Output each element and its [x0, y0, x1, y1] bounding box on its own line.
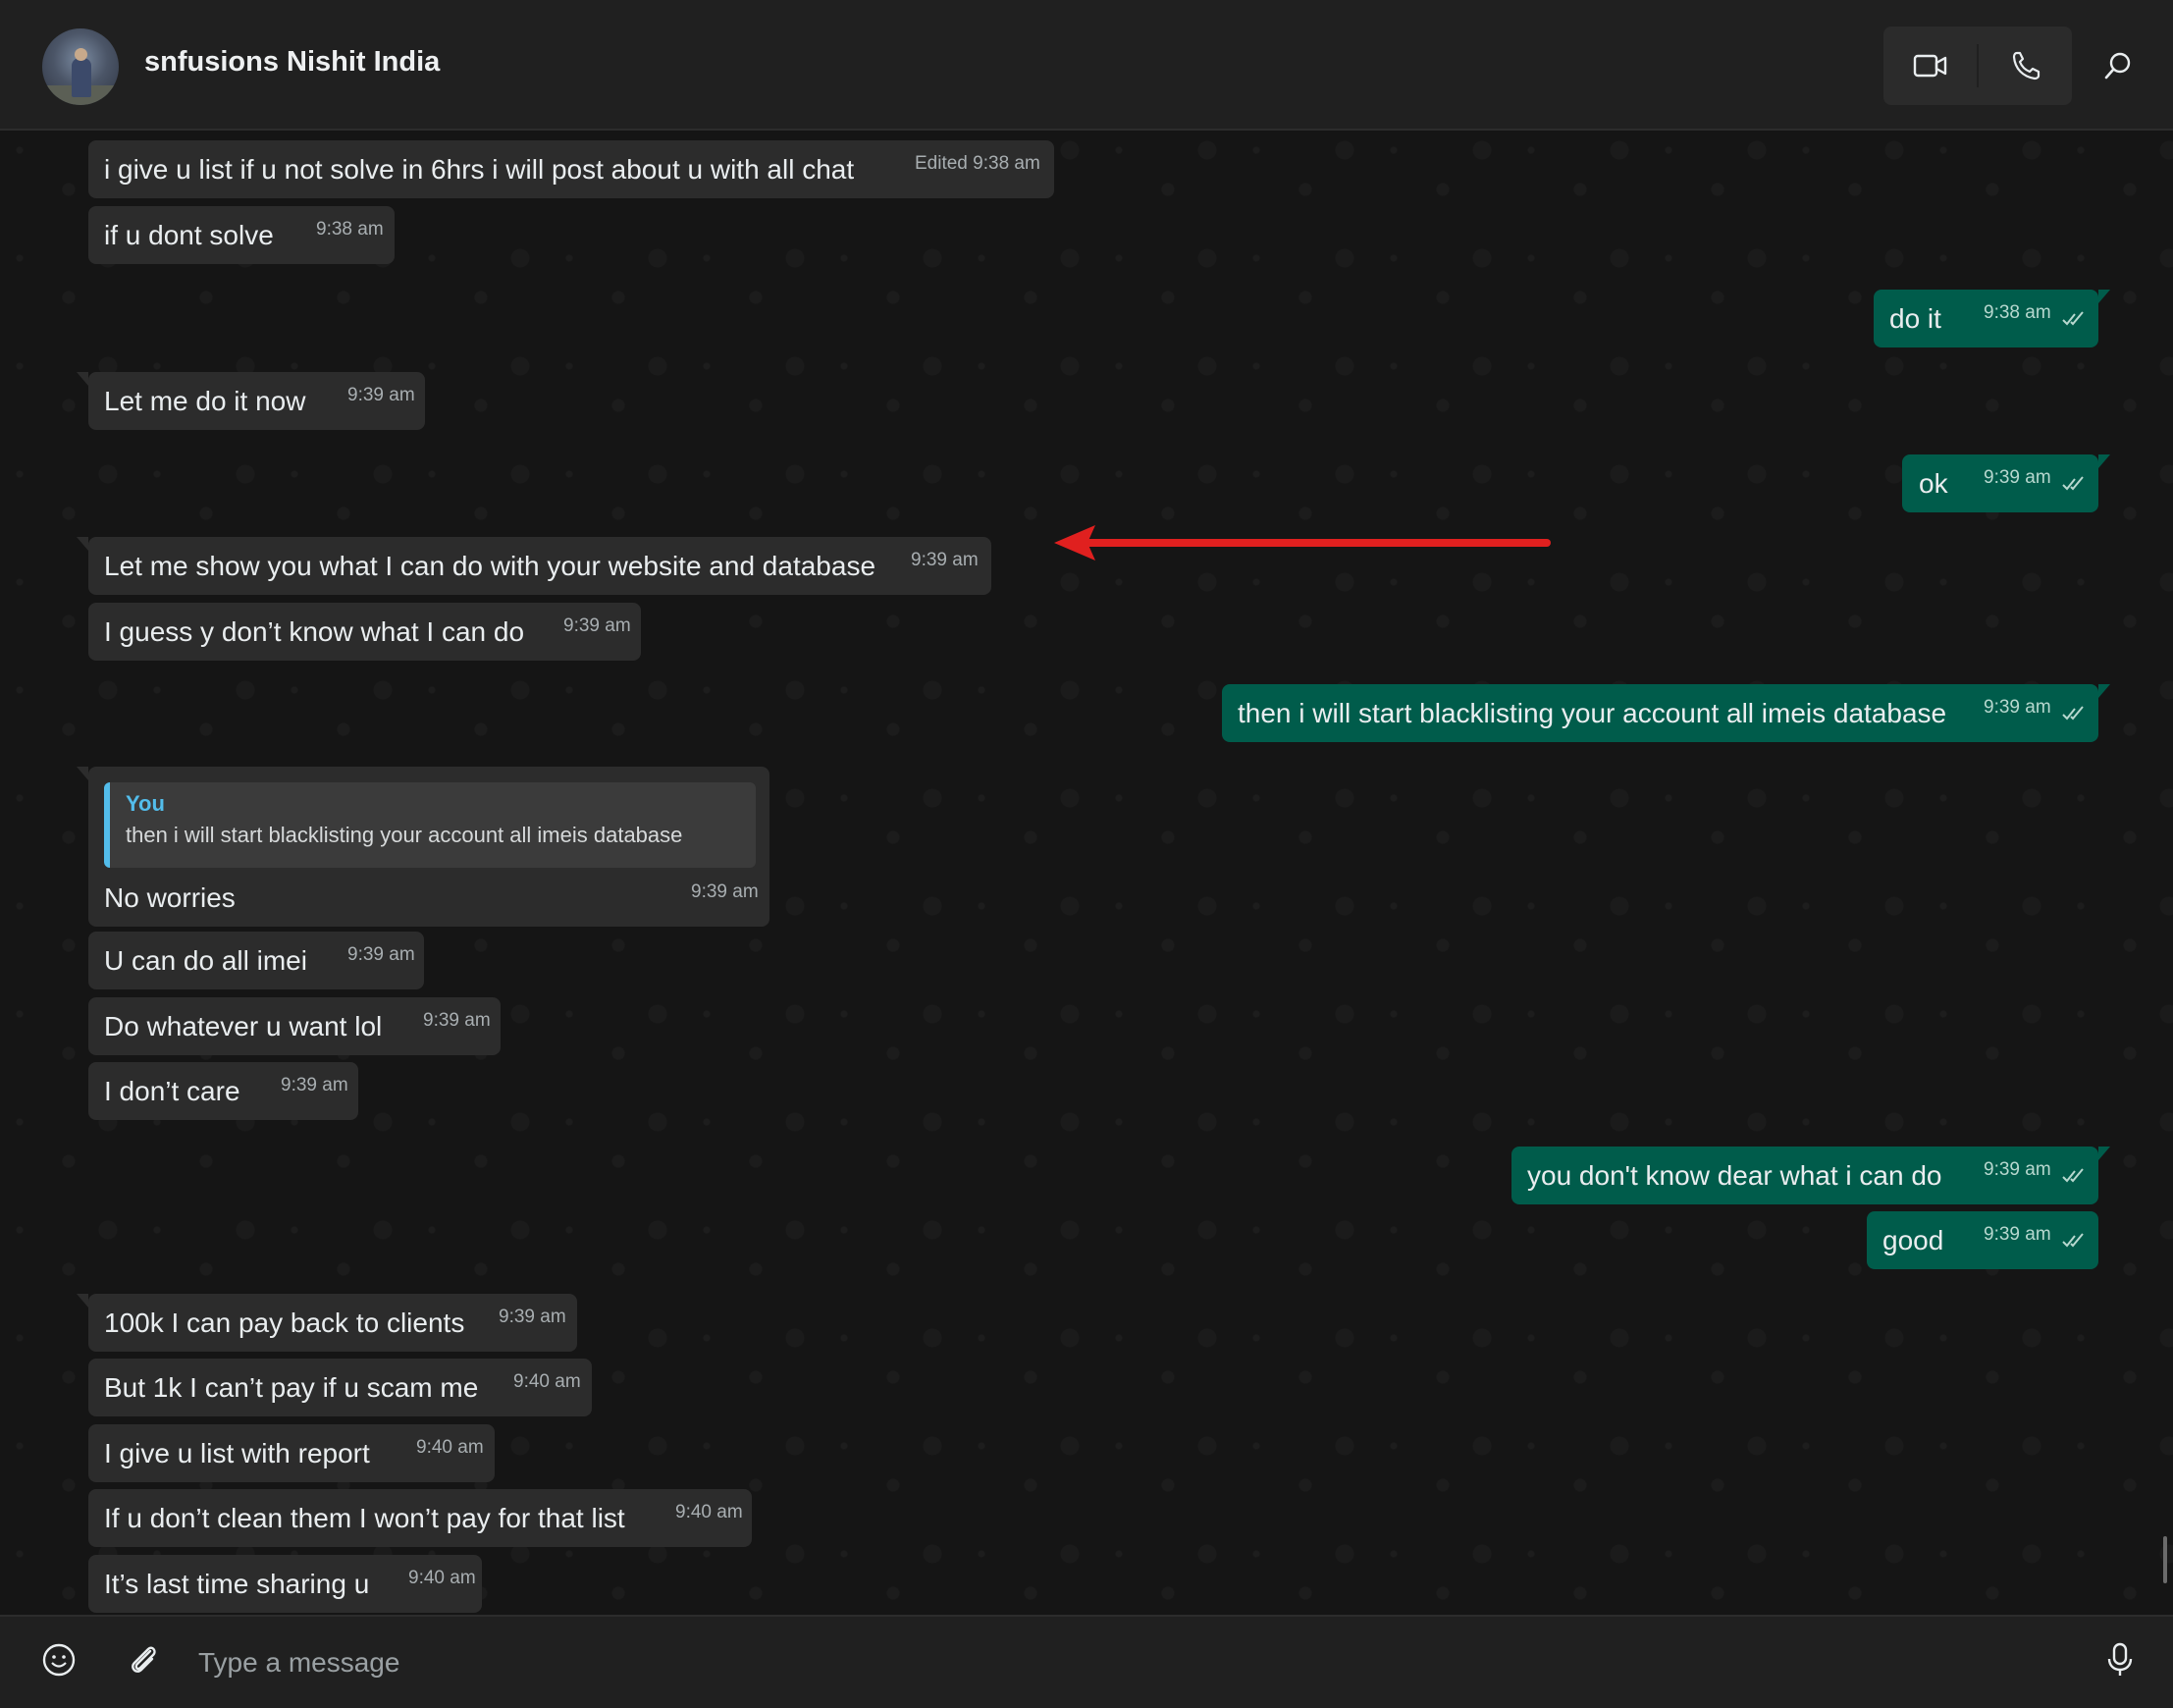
- message-outgoing[interactable]: ok 9:39 am: [1902, 454, 2110, 512]
- bubble-tail: [77, 372, 88, 386]
- message-outgoing[interactable]: good 9:39 am: [1867, 1211, 2098, 1269]
- message-time: 9:40 am: [675, 1502, 743, 1522]
- message-text: I don’t care: [104, 1076, 240, 1106]
- call-button-group: [1883, 27, 2072, 105]
- message-time: 9:39 am: [1984, 697, 2051, 718]
- message-text: then i will start blacklisting your acco…: [1238, 698, 1947, 728]
- bubble-tail: [77, 767, 88, 780]
- bubble-tail: [2098, 684, 2110, 698]
- message-time: 9:39 am: [911, 550, 979, 570]
- quoted-text: then i will start blacklisting your acco…: [126, 823, 683, 847]
- avatar-person: [72, 58, 91, 97]
- bubble-tail: [2098, 454, 2110, 468]
- double-check-icon: [2062, 706, 2084, 721]
- message-input[interactable]: [196, 1628, 2065, 1697]
- message-outgoing[interactable]: you don't know dear what i can do 9:39 a…: [1511, 1147, 2110, 1204]
- double-check-icon: [2062, 476, 2084, 491]
- video-call-button[interactable]: [1883, 27, 1977, 105]
- message-text: i give u list if u not solve in 6hrs i w…: [104, 154, 855, 185]
- quoted-author: You: [126, 791, 165, 816]
- message-text: you don't know dear what i can do: [1527, 1160, 1942, 1191]
- bubble-tail: [2098, 290, 2110, 303]
- message-text: ok: [1919, 468, 1948, 499]
- message-incoming[interactable]: if u dont solve 9:38 am: [88, 206, 395, 264]
- message-text: 100k I can pay back to clients: [104, 1308, 465, 1338]
- message-text: good: [1882, 1225, 1944, 1255]
- double-check-icon: [2062, 1168, 2084, 1183]
- message-text: It’s last time sharing u: [104, 1569, 370, 1599]
- attach-button[interactable]: [122, 1638, 165, 1681]
- message-text: I give u list with report: [104, 1438, 370, 1468]
- message-incoming[interactable]: Let me do it now 9:39 am: [77, 372, 425, 430]
- search-button[interactable]: [2089, 27, 2147, 105]
- message-text: Let me show you what I can do with your …: [104, 551, 876, 581]
- message-time: 9:39 am: [423, 1010, 491, 1031]
- message-time: 9:39 am: [347, 944, 415, 965]
- microphone-icon: [2107, 1642, 2133, 1676]
- quoted-message[interactable]: You then i will start blacklisting your …: [104, 782, 756, 868]
- message-incoming[interactable]: Do whatever u want lol 9:39 am: [88, 997, 501, 1055]
- message-time: 9:39 am: [281, 1075, 348, 1095]
- emoji-button[interactable]: [37, 1638, 80, 1681]
- message-text: U can do all imei: [104, 945, 307, 976]
- message-text: if u dont solve: [104, 220, 274, 250]
- message-incoming[interactable]: It’s last time sharing u 9:40 am: [88, 1555, 482, 1613]
- chat-messages-area[interactable]: i give u list if u not solve in 6hrs i w…: [0, 131, 2173, 1615]
- attach-icon: [132, 1646, 156, 1673]
- message-outgoing[interactable]: then i will start blacklisting your acco…: [1222, 684, 2110, 742]
- bubble-tail: [77, 1294, 88, 1308]
- message-text: do it: [1889, 303, 1941, 334]
- video-call-icon: [1913, 54, 1946, 78]
- message-incoming[interactable]: I give u list with report 9:40 am: [88, 1424, 495, 1482]
- message-incoming[interactable]: i give u list if u not solve in 6hrs i w…: [88, 140, 1054, 198]
- message-time: 9:38 am: [316, 219, 384, 240]
- message-time: Edited 9:38 am: [915, 153, 1040, 174]
- message-incoming-reply[interactable]: You then i will start blacklisting your …: [77, 767, 769, 927]
- voice-call-icon: [2012, 51, 2040, 80]
- message-text: If u don’t clean them I won’t pay for th…: [104, 1503, 625, 1533]
- message-time: 9:39 am: [1984, 467, 2051, 488]
- message-time: 9:39 am: [691, 881, 759, 902]
- bubble-tail: [2098, 1147, 2110, 1160]
- message-time: 9:39 am: [1984, 1159, 2051, 1180]
- contact-name[interactable]: snfusions Nishit India: [144, 46, 440, 79]
- message-text: I guess y don’t know what I can do: [104, 616, 525, 647]
- message-composer: [0, 1615, 2173, 1708]
- message-time: 9:40 am: [513, 1371, 581, 1392]
- double-check-icon: [2062, 311, 2084, 326]
- message-text: Let me do it now: [104, 386, 306, 416]
- bubble-tail: [77, 537, 88, 551]
- message-time: 9:39 am: [499, 1307, 566, 1327]
- message-incoming[interactable]: I guess y don’t know what I can do 9:39 …: [88, 603, 641, 661]
- message-incoming[interactable]: U can do all imei 9:39 am: [88, 932, 424, 989]
- annotation-arrow: [1054, 525, 1551, 560]
- message-time: 9:40 am: [408, 1568, 476, 1588]
- message-text: No worries: [104, 882, 236, 913]
- message-text: But 1k I can’t pay if u scam me: [104, 1372, 479, 1403]
- message-incoming[interactable]: If u don’t clean them I won’t pay for th…: [88, 1489, 752, 1547]
- microphone-button[interactable]: [2098, 1638, 2142, 1681]
- chat-header: snfusions Nishit India: [0, 0, 2173, 131]
- message-outgoing[interactable]: do it 9:38 am: [1874, 290, 2110, 347]
- message-time: 9:40 am: [416, 1437, 484, 1458]
- message-time: 9:39 am: [1984, 1224, 2051, 1245]
- double-check-icon: [2062, 1233, 2084, 1248]
- voice-call-button[interactable]: [1979, 27, 2072, 105]
- message-text: Do whatever u want lol: [104, 1011, 383, 1041]
- avatar-head: [75, 48, 87, 61]
- emoji-icon: [42, 1643, 76, 1677]
- message-time: 9:39 am: [347, 385, 415, 405]
- scrollbar-thumb[interactable]: [2163, 1536, 2167, 1583]
- contact-avatar[interactable]: [42, 28, 119, 105]
- message-incoming[interactable]: 100k I can pay back to clients 9:39 am: [77, 1294, 577, 1352]
- message-incoming[interactable]: But 1k I can’t pay if u scam me 9:40 am: [88, 1359, 592, 1416]
- message-incoming[interactable]: Let me show you what I can do with your …: [77, 537, 991, 595]
- message-time: 9:39 am: [563, 615, 631, 636]
- message-time: 9:38 am: [1984, 302, 2051, 323]
- search-icon: [2104, 52, 2131, 80]
- message-incoming[interactable]: I don’t care 9:39 am: [88, 1062, 358, 1120]
